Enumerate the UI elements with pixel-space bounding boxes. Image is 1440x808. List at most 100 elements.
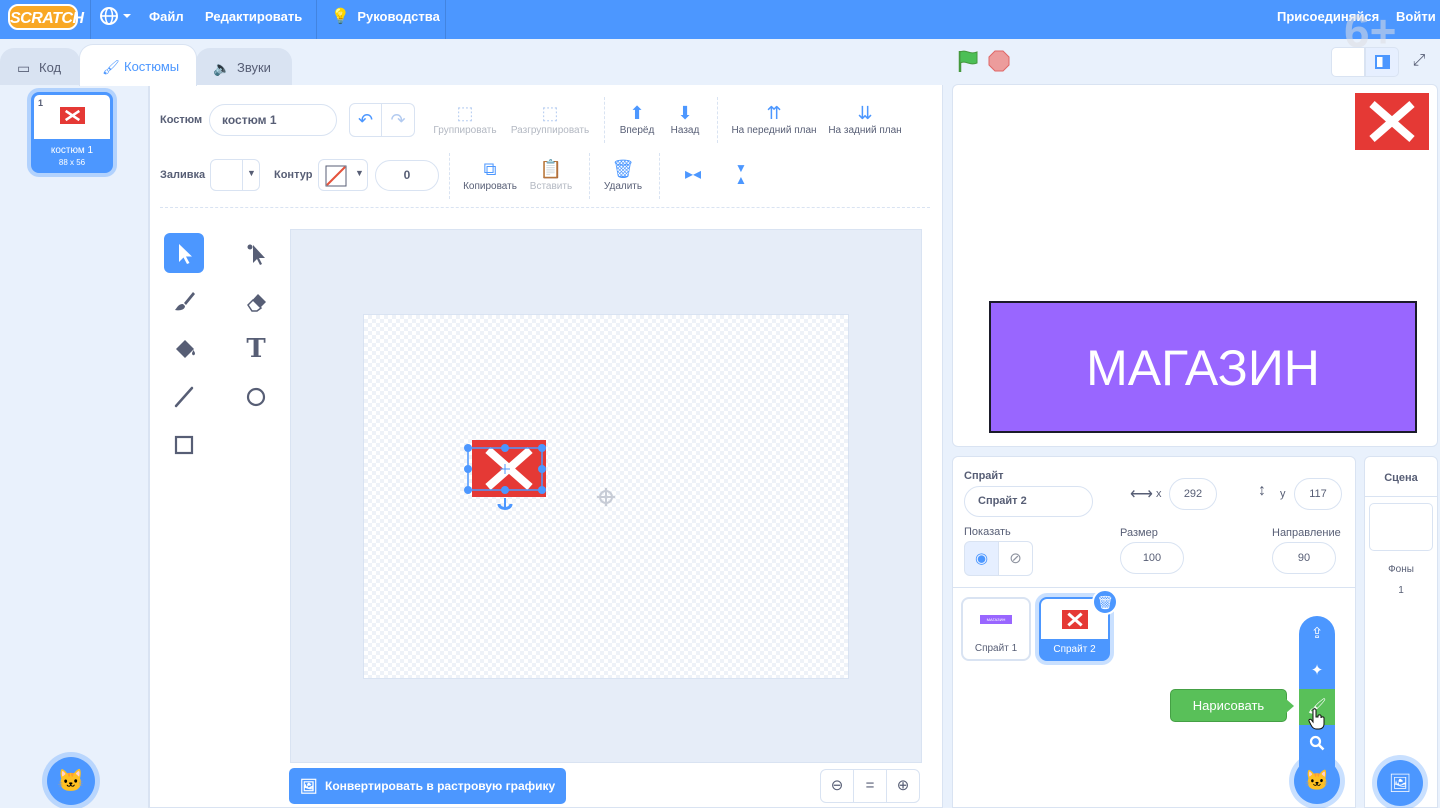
x-label: x	[1156, 488, 1162, 500]
size-label: Размер	[1120, 527, 1158, 539]
show-visible-button[interactable]: ◉	[964, 541, 999, 576]
copy-label: Копировать	[463, 181, 517, 192]
no-color-icon	[325, 165, 347, 187]
outline-color-picker[interactable]: ▼	[318, 159, 368, 191]
tutorials-menu[interactable]: 💡 Руководства	[331, 0, 440, 39]
flip-vertical-icon: ▼ ▲	[735, 161, 747, 187]
back-button[interactable]: ⇊ На задний план	[825, 101, 905, 136]
show-label: Показать	[964, 526, 1011, 538]
edit-menu[interactable]: Редактировать	[205, 0, 302, 39]
upload-sprite-button[interactable]: ⇪	[1299, 618, 1335, 650]
green-flag-button[interactable]	[956, 48, 980, 74]
choose-sprite-button[interactable]: 🐱	[1294, 758, 1340, 804]
fill-color-picker[interactable]: ▼	[210, 159, 260, 191]
image-plus-icon: 🖼	[1388, 773, 1412, 793]
zoom-reset-button[interactable]: =	[853, 769, 887, 803]
brush-icon: 🖌	[102, 59, 120, 75]
zoom-in-icon: ⊕	[896, 777, 910, 794]
tab-costumes[interactable]: 🖌 Костюмы	[79, 44, 197, 86]
surprise-sprite-button[interactable]: ✦	[1299, 655, 1335, 687]
signin-link[interactable]: Войти	[1396, 0, 1436, 39]
convert-bitmap-button[interactable]: 🖼 Конвертировать в растровую графику	[289, 768, 566, 804]
forward-button[interactable]: ⬆ Вперёд	[614, 101, 660, 136]
ungroup-button[interactable]: ⬚ Разгруппировать	[505, 101, 595, 136]
sprite-1-thumbnail: МАГАЗИН	[980, 615, 1012, 624]
undo-button[interactable]: ↶	[349, 103, 382, 137]
cat-plus-icon: 🐱	[1304, 770, 1330, 792]
cat-icon: 🐱	[57, 768, 85, 793]
tab-sounds-label: Звуки	[237, 60, 271, 75]
speaker-icon: 🔈	[213, 60, 231, 76]
search-icon	[1309, 735, 1325, 751]
flip-horizontal-button[interactable]: ▸◂	[680, 164, 706, 188]
circle-tool[interactable]	[236, 377, 276, 417]
file-menu[interactable]: Файл	[149, 0, 184, 39]
sprite-tile-1[interactable]: МАГАЗИН Спрайт 1	[961, 597, 1031, 661]
eye-slash-icon: ⊘	[1009, 550, 1022, 567]
group-icon: ⬚	[456, 103, 474, 123]
group-button[interactable]: ⬚ Группировать	[431, 101, 499, 136]
backward-button[interactable]: ⬇ Назад	[664, 101, 706, 136]
globe-icon	[100, 7, 131, 25]
brush-tool[interactable]	[164, 281, 204, 321]
fullscreen-button[interactable]: ⤢	[1405, 47, 1433, 75]
eraser-tool[interactable]	[236, 281, 276, 321]
text-tool[interactable]: T	[236, 329, 276, 369]
choose-backdrop-button[interactable]: 🖼	[1377, 760, 1423, 806]
redo-button[interactable]: ↷	[382, 103, 415, 137]
x-input[interactable]: 292	[1169, 478, 1217, 510]
y-input[interactable]: 117	[1294, 478, 1342, 510]
reshape-icon	[247, 244, 265, 265]
backdrops-label: Фоны	[1388, 564, 1414, 575]
flip-vertical-button[interactable]: ▼ ▲	[728, 162, 754, 188]
front-button[interactable]: ⇈ На передний план	[729, 101, 819, 136]
stage-sprite-close[interactable]	[1355, 93, 1429, 150]
eraser-icon	[247, 294, 266, 312]
undo-icon: ↶	[357, 110, 374, 130]
fill-tool[interactable]	[164, 329, 204, 369]
zoom-out-icon: ⊖	[830, 777, 844, 794]
scratch-logo[interactable]: SCRATCH	[8, 4, 84, 30]
stage[interactable]: МАГАЗИН	[952, 84, 1438, 447]
forward-label: Вперёд	[619, 125, 655, 136]
costume-item[interactable]: 1 костюм 1 88 x 56	[31, 92, 113, 173]
copy-button[interactable]: ⧉ Копировать	[458, 157, 522, 192]
front-icon: ⇈	[766, 103, 782, 123]
costume-number: 1	[38, 98, 44, 108]
choose-costume-button[interactable]: 🐱	[47, 757, 95, 805]
language-menu[interactable]	[98, 0, 134, 39]
shop-banner[interactable]: МАГАЗИН	[989, 301, 1417, 433]
sprite-name-input[interactable]: Спрайт 2	[964, 486, 1093, 517]
delete-button[interactable]: 🗑 Удалить	[598, 157, 648, 192]
zoom-out-button[interactable]: ⊖	[820, 769, 854, 803]
stage-title: Сцена	[1384, 472, 1418, 484]
show-hidden-button[interactable]: ⊘	[998, 541, 1033, 576]
paste-button[interactable]: 📋 Вставить	[524, 157, 578, 192]
selection-box[interactable]	[464, 442, 548, 514]
redo-icon: ↷	[390, 110, 406, 130]
large-stage-button[interactable]	[1365, 47, 1399, 77]
backdrop-thumbnail[interactable]	[1369, 503, 1433, 551]
layout-icon	[1375, 55, 1390, 69]
outline-width-input[interactable]: 0	[375, 160, 439, 191]
line-tool[interactable]	[164, 377, 204, 417]
size-input[interactable]: 100	[1120, 542, 1184, 574]
tab-sounds[interactable]: 🔈 Звуки	[196, 48, 292, 86]
zoom-in-button[interactable]: ⊕	[886, 769, 920, 803]
select-tool[interactable]	[164, 233, 204, 273]
costume-name-input[interactable]: костюм 1	[209, 104, 337, 136]
direction-input[interactable]: 90	[1272, 542, 1336, 574]
search-sprite-button[interactable]	[1299, 727, 1335, 759]
fill-swatch	[211, 160, 243, 190]
small-stage-button[interactable]	[1331, 47, 1365, 77]
outline-label: Контур	[274, 169, 313, 181]
stop-button[interactable]	[988, 50, 1010, 72]
front-label: На передний план	[731, 125, 817, 136]
ungroup-icon: ⬚	[541, 103, 559, 123]
circle-icon	[246, 387, 266, 407]
rectangle-tool[interactable]	[164, 425, 204, 465]
delete-sprite-button[interactable]: 🗑	[1092, 589, 1118, 615]
reshape-tool[interactable]	[236, 233, 276, 273]
tab-code[interactable]: ▭ Код	[0, 48, 80, 86]
arrow-cursor-icon	[179, 244, 192, 264]
